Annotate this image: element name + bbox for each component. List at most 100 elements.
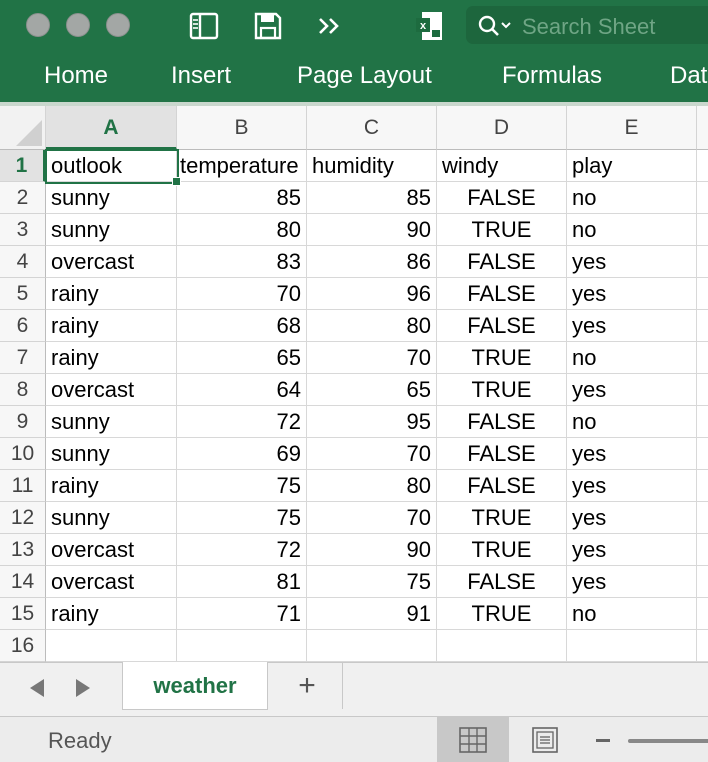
empty-cell-f14[interactable]	[697, 566, 708, 598]
cell-a15[interactable]: rainy	[46, 598, 177, 630]
cell-c2[interactable]: 85	[307, 182, 437, 214]
cell-c5[interactable]: 96	[307, 278, 437, 310]
cell-a6[interactable]: rainy	[46, 310, 177, 342]
cell-b13[interactable]: 72	[177, 534, 307, 566]
cell-d3[interactable]: TRUE	[437, 214, 567, 246]
tab-data[interactable]: Dat	[670, 62, 707, 90]
more-chevrons-icon[interactable]	[314, 10, 346, 42]
empty-cell-f8[interactable]	[697, 374, 708, 406]
cell-e14[interactable]: yes	[567, 566, 697, 598]
cell-e2[interactable]: no	[567, 182, 697, 214]
cell-a12[interactable]: sunny	[46, 502, 177, 534]
fill-handle[interactable]	[172, 177, 181, 186]
empty-cell-d16[interactable]	[437, 630, 567, 662]
excel-file-icon[interactable]: x	[414, 10, 446, 42]
empty-cell-f15[interactable]	[697, 598, 708, 630]
select-all-button[interactable]	[0, 106, 46, 150]
zoom-out-icon[interactable]	[596, 739, 610, 742]
header-cell-b[interactable]: temperature	[177, 150, 307, 182]
cell-e6[interactable]: yes	[567, 310, 697, 342]
add-sheet-button[interactable]: +	[292, 671, 322, 701]
empty-cell-f11[interactable]	[697, 470, 708, 502]
normal-view-button[interactable]	[437, 717, 509, 762]
cell-e5[interactable]: yes	[567, 278, 697, 310]
cell-d8[interactable]: TRUE	[437, 374, 567, 406]
minimize-window-button[interactable]	[66, 13, 90, 37]
cell-d5[interactable]: FALSE	[437, 278, 567, 310]
cell-a4[interactable]: overcast	[46, 246, 177, 278]
page-layout-view-button[interactable]	[509, 717, 581, 762]
cell-b14[interactable]: 81	[177, 566, 307, 598]
tab-formulas[interactable]: Formulas	[502, 62, 602, 90]
empty-cell-c16[interactable]	[307, 630, 437, 662]
empty-cell-e16[interactable]	[567, 630, 697, 662]
cell-a14[interactable]: overcast	[46, 566, 177, 598]
empty-cell-f16[interactable]	[697, 630, 708, 662]
row-header-4[interactable]: 4	[0, 246, 46, 278]
cell-b2[interactable]: 85	[177, 182, 307, 214]
row-header-11[interactable]: 11	[0, 470, 46, 502]
empty-cell-f9[interactable]	[697, 406, 708, 438]
zoom-window-button[interactable]	[106, 13, 130, 37]
cell-d13[interactable]: TRUE	[437, 534, 567, 566]
cell-c9[interactable]: 95	[307, 406, 437, 438]
cell-c14[interactable]: 75	[307, 566, 437, 598]
cell-c4[interactable]: 86	[307, 246, 437, 278]
empty-cell-f7[interactable]	[697, 342, 708, 374]
cell-c6[interactable]: 80	[307, 310, 437, 342]
tab-insert[interactable]: Insert	[171, 62, 231, 90]
cell-d15[interactable]: TRUE	[437, 598, 567, 630]
tab-home[interactable]: Home	[44, 62, 108, 90]
empty-cell-f13[interactable]	[697, 534, 708, 566]
empty-cell-f3[interactable]	[697, 214, 708, 246]
cell-b4[interactable]: 83	[177, 246, 307, 278]
empty-cell-f12[interactable]	[697, 502, 708, 534]
cell-a9[interactable]: sunny	[46, 406, 177, 438]
sheet-tab-weather[interactable]: weather	[122, 662, 268, 710]
empty-cell-f2[interactable]	[697, 182, 708, 214]
row-header-9[interactable]: 9	[0, 406, 46, 438]
row-header-16[interactable]: 16	[0, 630, 46, 662]
row-header-5[interactable]: 5	[0, 278, 46, 310]
previous-sheet-arrow-icon[interactable]	[30, 679, 44, 697]
cell-e10[interactable]: yes	[567, 438, 697, 470]
cell-d7[interactable]: TRUE	[437, 342, 567, 374]
cell-a13[interactable]: overcast	[46, 534, 177, 566]
cell-e3[interactable]: no	[567, 214, 697, 246]
column-header-e[interactable]: E	[567, 106, 697, 150]
cell-c7[interactable]: 70	[307, 342, 437, 374]
column-header-b[interactable]: B	[177, 106, 307, 150]
cell-e7[interactable]: no	[567, 342, 697, 374]
empty-cell-a16[interactable]	[46, 630, 177, 662]
cell-b5[interactable]: 70	[177, 278, 307, 310]
cell-e13[interactable]: yes	[567, 534, 697, 566]
cell-e8[interactable]: yes	[567, 374, 697, 406]
cell-c3[interactable]: 90	[307, 214, 437, 246]
cell-a2[interactable]: sunny	[46, 182, 177, 214]
row-header-7[interactable]: 7	[0, 342, 46, 374]
cell-a5[interactable]: rainy	[46, 278, 177, 310]
cell-e11[interactable]: yes	[567, 470, 697, 502]
cell-d14[interactable]: FALSE	[437, 566, 567, 598]
zoom-slider[interactable]	[628, 739, 708, 743]
row-header-6[interactable]: 6	[0, 310, 46, 342]
cell-c12[interactable]: 70	[307, 502, 437, 534]
cell-b12[interactable]: 75	[177, 502, 307, 534]
cell-b10[interactable]: 69	[177, 438, 307, 470]
row-header-1[interactable]: 1	[0, 150, 46, 182]
cell-d11[interactable]: FALSE	[437, 470, 567, 502]
cell-a11[interactable]: rainy	[46, 470, 177, 502]
empty-cell-f4[interactable]	[697, 246, 708, 278]
row-header-2[interactable]: 2	[0, 182, 46, 214]
cell-b15[interactable]: 71	[177, 598, 307, 630]
close-window-button[interactable]	[26, 13, 50, 37]
spreadsheet-grid[interactable]: A B C D E 1 outlook temperature humidity windy pla…	[0, 106, 708, 662]
cell-d6[interactable]: FALSE	[437, 310, 567, 342]
header-cell-e[interactable]: play	[567, 150, 697, 182]
empty-cell-f6[interactable]	[697, 310, 708, 342]
cell-d4[interactable]: FALSE	[437, 246, 567, 278]
cell-c10[interactable]: 70	[307, 438, 437, 470]
cell-a3[interactable]: sunny	[46, 214, 177, 246]
cell-c13[interactable]: 90	[307, 534, 437, 566]
cell-e15[interactable]: no	[567, 598, 697, 630]
